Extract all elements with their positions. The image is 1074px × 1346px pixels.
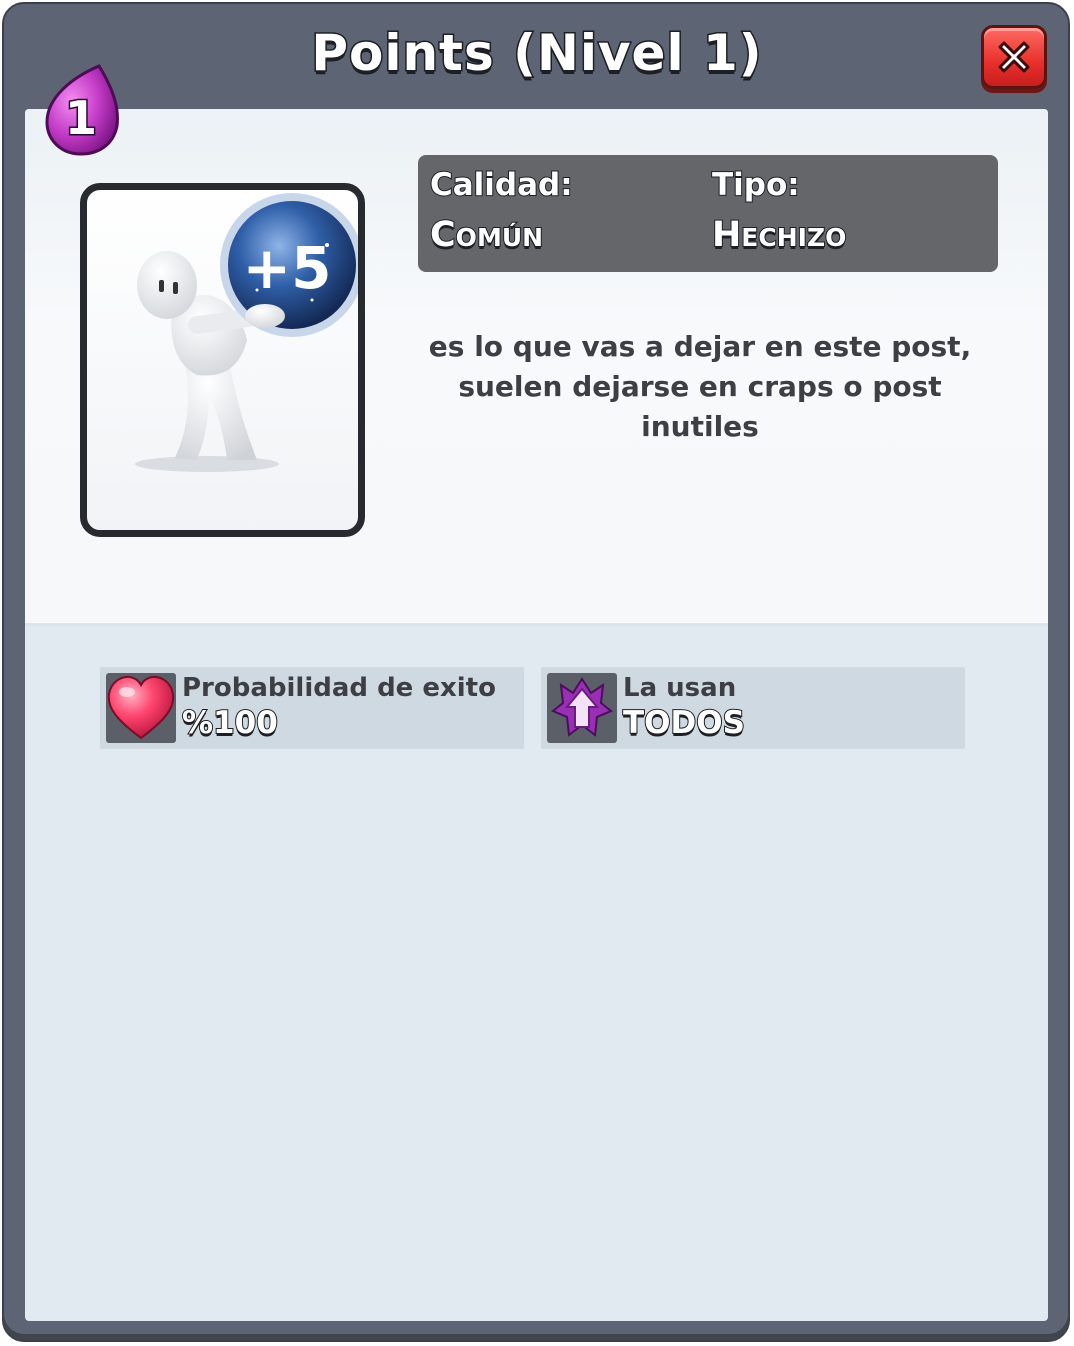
heart-icon — [107, 675, 175, 740]
stat-used-by: La usan TODOS — [541, 667, 965, 749]
stat-icon-box — [106, 673, 176, 743]
stat-icon-box — [547, 673, 617, 743]
card-image: +5 — [80, 183, 365, 537]
type-label: Tipo: — [711, 166, 801, 204]
svg-text:+5: +5 — [243, 234, 332, 302]
modal-title: Points (Nivel 1) — [310, 23, 763, 84]
card-description: es lo que vas a dejar en este post, suel… — [428, 330, 972, 443]
type-value: Hechizo — [711, 214, 847, 256]
elixir-cost-value: 1 — [65, 91, 97, 145]
close-button[interactable] — [981, 25, 1047, 89]
quality-label: Calidad: — [429, 166, 574, 204]
elixir-cost-icon: 1 — [45, 64, 119, 156]
stat-label: La usan — [623, 673, 737, 703]
stat-label: Probabilidad de exito — [182, 673, 496, 703]
card-info-box: Calidad: Común Tipo: Hechizo — [418, 155, 998, 272]
crown-arrow-icon — [551, 677, 613, 737]
card-details-section: +5 Calidad: Común Tipo: Hechizo es lo qu… — [25, 109, 1048, 626]
stat-value: %100 — [181, 704, 279, 742]
quality-value: Común — [429, 214, 544, 256]
close-icon — [998, 41, 1030, 73]
card-artwork: +5 — [135, 193, 358, 472]
stat-success-probability: Probabilidad de exito %100 — [100, 667, 524, 749]
content-panel: +5 Calidad: Común Tipo: Hechizo es lo qu… — [25, 109, 1048, 1321]
stat-value: TODOS — [622, 704, 746, 742]
